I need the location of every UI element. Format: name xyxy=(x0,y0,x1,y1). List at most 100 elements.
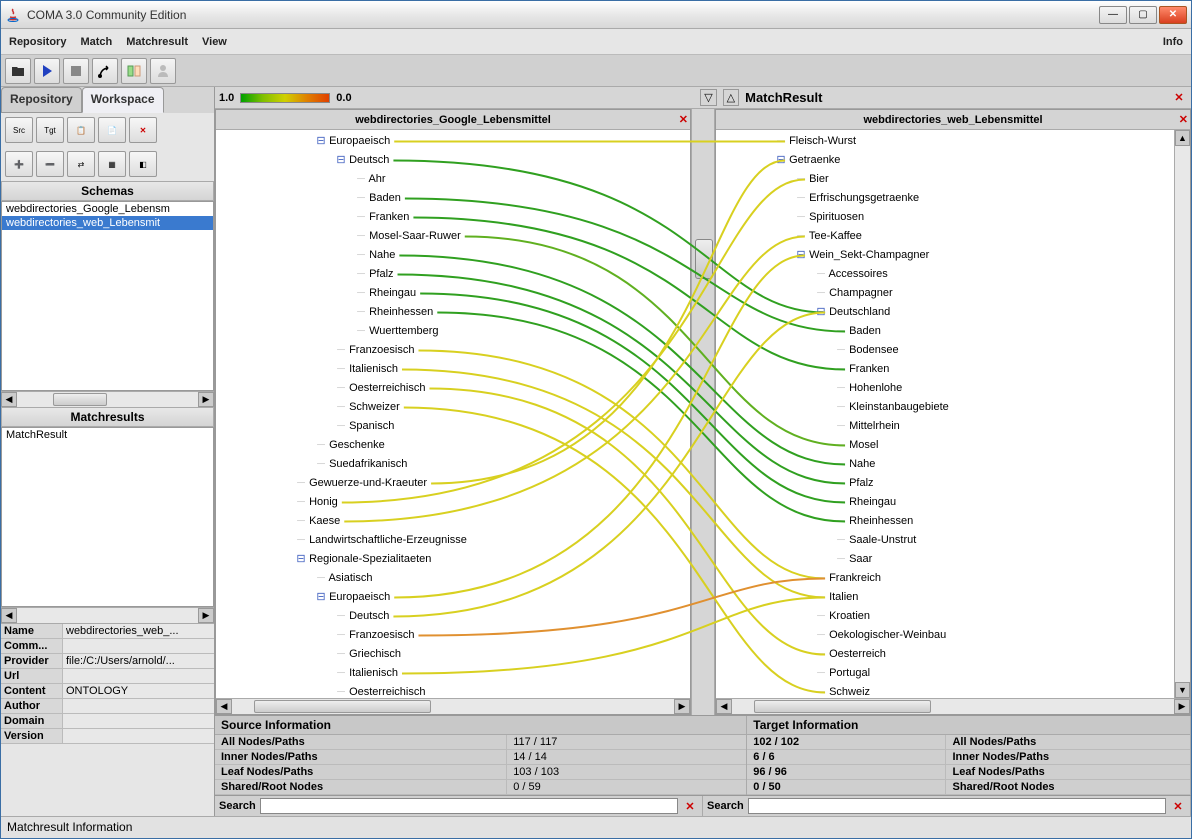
tree-node[interactable]: ─ Griechisch xyxy=(216,645,690,664)
scroll-up-icon[interactable]: ▲ xyxy=(1175,130,1190,146)
expand-handle-icon[interactable]: ⊟ xyxy=(296,550,306,569)
btn-copy[interactable]: 📄 xyxy=(98,117,126,143)
splitter-thumb[interactable] xyxy=(695,239,713,279)
expand-handle-icon[interactable]: ⊟ xyxy=(796,246,806,265)
tree-node[interactable]: ─ Erfrischungsgetraenke xyxy=(716,189,1174,208)
btn-add[interactable]: ➕ xyxy=(5,151,33,177)
tree-node[interactable]: ─ Kaese xyxy=(216,512,690,531)
scroll-down-icon[interactable]: ▼ xyxy=(1175,682,1190,698)
minimize-button[interactable]: — xyxy=(1099,6,1127,24)
matchresults-list[interactable]: MatchResult xyxy=(1,427,214,607)
scroll-thumb[interactable] xyxy=(754,700,931,713)
schema-item[interactable]: webdirectories_web_Lebensmit xyxy=(2,216,213,230)
tree-node[interactable]: ─ Nahe xyxy=(716,455,1174,474)
tree-node[interactable]: ─ Nahe xyxy=(216,246,690,265)
tree-node[interactable]: ─ Schweizer xyxy=(216,398,690,417)
tool-compare-icon[interactable] xyxy=(121,58,147,84)
btn-mapping[interactable]: 📋 xyxy=(67,117,95,143)
tool-stop-icon[interactable] xyxy=(63,58,89,84)
tree-node[interactable]: ─ Oesterreichisch xyxy=(216,683,690,698)
tree-node[interactable]: ─ Saale-Unstrut xyxy=(716,531,1174,550)
tree-node[interactable]: ─ Frankreich xyxy=(716,569,1174,588)
expand-handle-icon[interactable]: ⊟ xyxy=(316,588,326,607)
tree-node[interactable]: ─ Mittelrhein xyxy=(716,417,1174,436)
source-tree[interactable]: ⊟ Europaeisch⊟ Deutsch─ Ahr─ Baden─ Fran… xyxy=(216,130,690,698)
schema-item[interactable]: webdirectories_Google_Lebensm xyxy=(2,202,213,216)
tree-node[interactable]: ─ Suedafrikanisch xyxy=(216,455,690,474)
tree-node[interactable]: ─ Landwirtschaftliche-Erzeugnisse xyxy=(216,531,690,550)
close-matchresult-icon[interactable]: ✕ xyxy=(1171,90,1187,106)
tree-node[interactable]: ⊟ Wein_Sekt-Champagner xyxy=(716,246,1174,265)
tree-node[interactable]: ─ Italienisch xyxy=(216,360,690,379)
expand-handle-icon[interactable]: ⊟ xyxy=(776,151,786,170)
scroll-right-icon[interactable]: ▶ xyxy=(198,392,214,407)
tree-node[interactable]: ⊟ Europaeisch xyxy=(216,132,690,151)
tree-node[interactable]: ─ Rheinhessen xyxy=(716,512,1174,531)
menu-repository[interactable]: Repository xyxy=(9,36,66,48)
close-target-icon[interactable]: ✕ xyxy=(1179,113,1188,126)
scroll-thumb[interactable] xyxy=(254,700,431,713)
tree-node[interactable]: ─ Bodensee xyxy=(716,341,1174,360)
tool-user-icon[interactable] xyxy=(150,58,176,84)
tree-node[interactable]: ─ Kroatien xyxy=(716,607,1174,626)
tree-node[interactable]: ─ Pfalz xyxy=(716,474,1174,493)
tree-node[interactable]: ─ Italien xyxy=(716,588,1174,607)
scroll-right-icon[interactable]: ▶ xyxy=(1174,699,1190,714)
tree-node[interactable]: ─ Franken xyxy=(716,360,1174,379)
tree-node[interactable]: ─ Oekologischer-Weinbau xyxy=(716,626,1174,645)
btn-swap[interactable]: ⇄ xyxy=(67,151,95,177)
tree-node[interactable]: ─ Pfalz xyxy=(216,265,690,284)
btn-remove[interactable]: ➖ xyxy=(36,151,64,177)
btn-target[interactable]: Tgt xyxy=(36,117,64,143)
tool-step-icon[interactable] xyxy=(92,58,118,84)
tree-node[interactable]: ─ Champagner xyxy=(716,284,1174,303)
tree-node[interactable]: ─ Honig xyxy=(216,493,690,512)
tab-repository[interactable]: Repository xyxy=(1,87,82,113)
maximize-button[interactable]: ▢ xyxy=(1129,6,1157,24)
tree-node[interactable]: ─ Rheinhessen xyxy=(216,303,690,322)
matchresult-item[interactable]: MatchResult xyxy=(2,428,213,442)
tree-node[interactable]: ─ Schweiz xyxy=(716,683,1174,698)
scroll-left-icon[interactable]: ◀ xyxy=(716,699,732,714)
tree-node[interactable]: ⊟ Deutsch xyxy=(216,151,690,170)
splitter[interactable] xyxy=(691,109,715,715)
tree-node[interactable]: ─ Rheingau xyxy=(216,284,690,303)
tree-node[interactable]: ─ Saar xyxy=(716,550,1174,569)
tree-node[interactable]: ─ Tee-Kaffee xyxy=(716,227,1174,246)
tree-node[interactable]: ─ Portugal xyxy=(716,664,1174,683)
btn-merge[interactable]: ▦ xyxy=(98,151,126,177)
expand-handle-icon[interactable]: ⊟ xyxy=(816,303,826,322)
clear-search-icon[interactable]: ✕ xyxy=(682,798,698,814)
scroll-thumb[interactable] xyxy=(53,393,107,406)
tree-node[interactable]: ─ Rheingau xyxy=(716,493,1174,512)
tree-node[interactable]: ─ Wuerttemberg xyxy=(216,322,690,341)
tree-node[interactable]: ─ Spirituosen xyxy=(716,208,1174,227)
tree-node[interactable]: ─ Mosel-Saar-Ruwer xyxy=(216,227,690,246)
tree-node[interactable]: ─ Baden xyxy=(216,189,690,208)
menu-matchresult[interactable]: Matchresult xyxy=(126,36,188,48)
tree-node[interactable]: ─ Kleinstanbaugebiete xyxy=(716,398,1174,417)
tree-node[interactable]: ⊟ Regionale-Spezialitaeten xyxy=(216,550,690,569)
menu-view[interactable]: View xyxy=(202,36,227,48)
scroll-left-icon[interactable]: ◀ xyxy=(216,699,232,714)
tree-node[interactable]: ─ Hohenlohe xyxy=(716,379,1174,398)
tree-node[interactable]: ─ Baden xyxy=(716,322,1174,341)
tree-node[interactable]: ⊟ Deutschland xyxy=(716,303,1174,322)
target-tree[interactable]: ─ Fleisch-Wurst⊟ Getraenke─ Bier─ Erfris… xyxy=(716,130,1174,698)
tree-node[interactable]: ─ Gewuerze-und-Kraeuter xyxy=(216,474,690,493)
scroll-left-icon[interactable]: ◀ xyxy=(1,608,17,623)
tree-node[interactable]: ─ Spanisch xyxy=(216,417,690,436)
btn-delete[interactable]: ✕ xyxy=(129,117,157,143)
close-source-icon[interactable]: ✕ xyxy=(679,113,688,126)
menu-info[interactable]: Info xyxy=(1163,36,1183,48)
tool-play-icon[interactable] xyxy=(34,58,60,84)
tree-node[interactable]: ─ Mosel xyxy=(716,436,1174,455)
scroll-left-icon[interactable]: ◀ xyxy=(1,392,17,407)
tab-workspace[interactable]: Workspace xyxy=(82,87,164,113)
tree-node[interactable]: ─ Oesterreich xyxy=(716,645,1174,664)
tool-open-icon[interactable] xyxy=(5,58,31,84)
tree-node[interactable]: ─ Italienisch xyxy=(216,664,690,683)
expand-handle-icon[interactable]: ⊟ xyxy=(316,132,326,151)
tree-node[interactable]: ─ Franzoesisch xyxy=(216,626,690,645)
clear-search-icon[interactable]: ✕ xyxy=(1170,798,1186,814)
